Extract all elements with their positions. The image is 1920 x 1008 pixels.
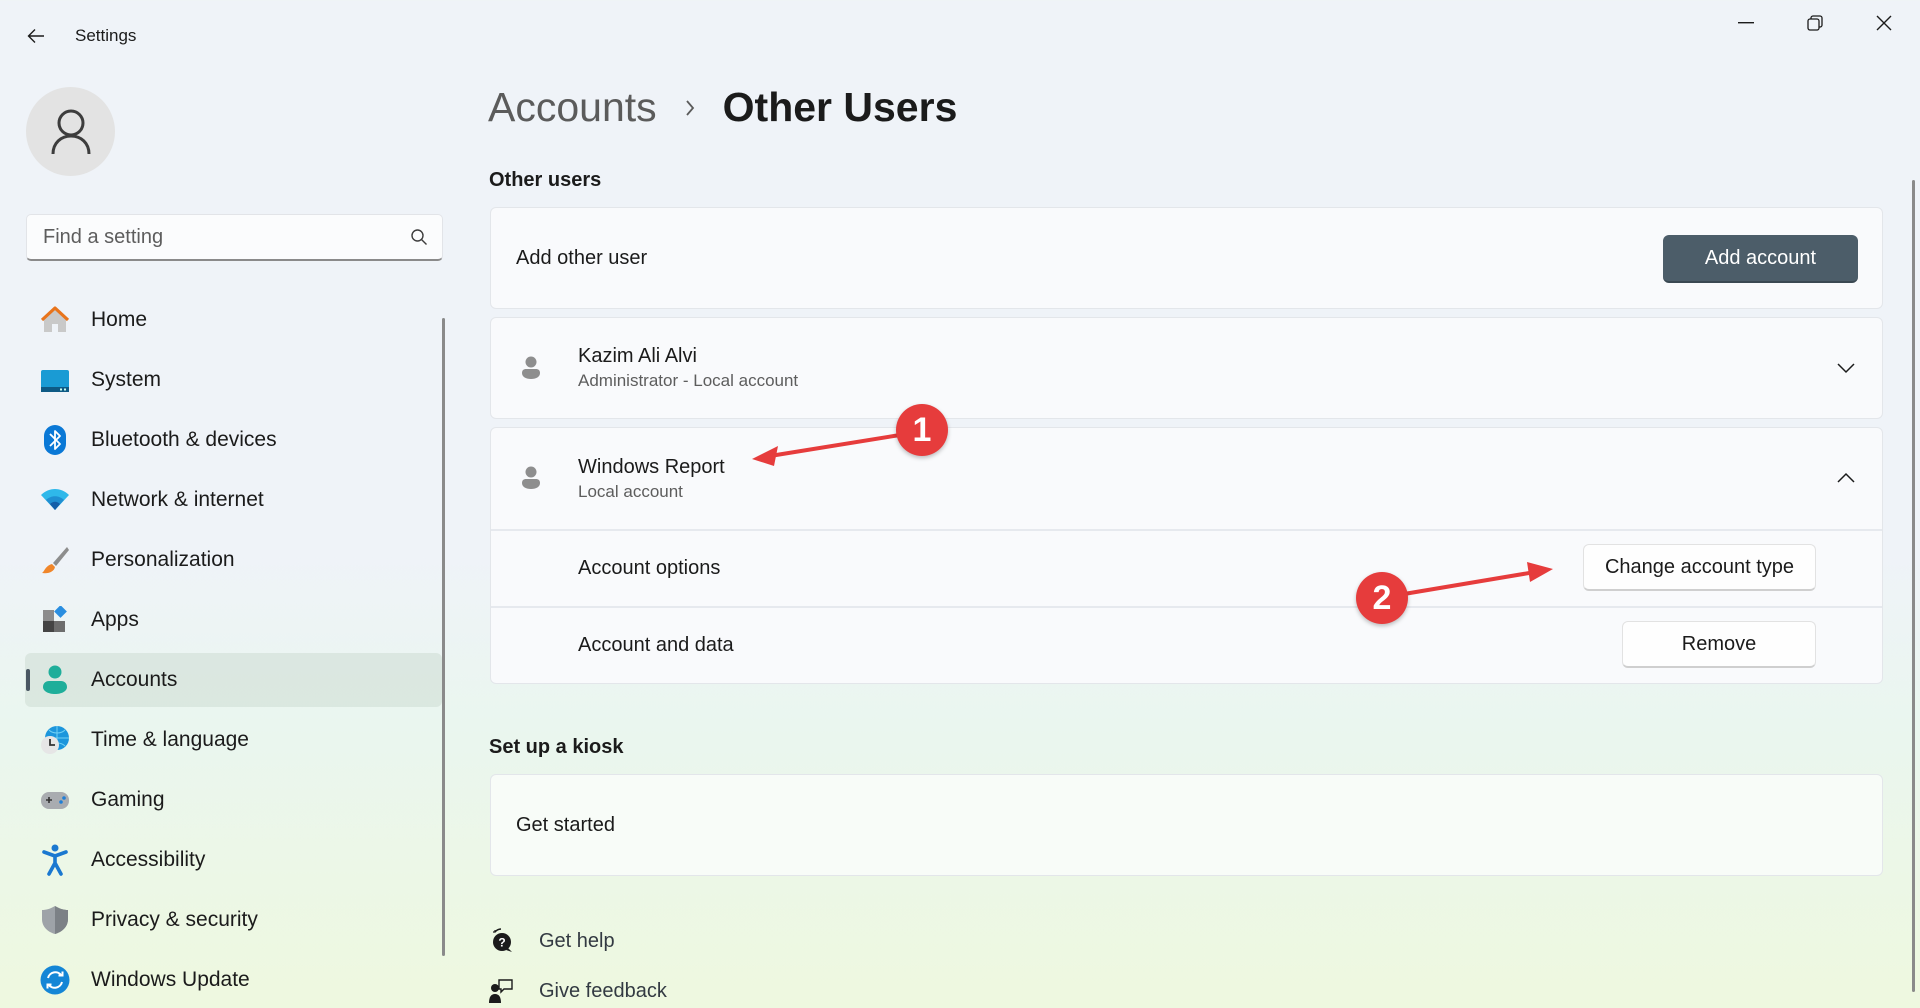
- sidebar-item-gaming[interactable]: Gaming: [25, 773, 442, 827]
- sidebar-item-bluetooth[interactable]: Bluetooth & devices: [25, 413, 442, 467]
- breadcrumb-chevron-icon: [685, 99, 695, 117]
- paintbrush-icon: [40, 545, 70, 575]
- sidebar-item-label: Home: [91, 308, 148, 331]
- sidebar-item-personalization[interactable]: Personalization: [25, 533, 442, 587]
- restore-icon: [1807, 15, 1823, 31]
- help-icon: ?: [493, 928, 512, 952]
- sidebar-item-accounts[interactable]: Accounts: [25, 653, 442, 707]
- breadcrumb: Accounts Other Users: [488, 84, 957, 131]
- section-title-kiosk: Set up a kiosk: [489, 736, 624, 758]
- sidebar-item-label: Accounts: [91, 668, 178, 691]
- get-started-label: Get started: [516, 813, 615, 836]
- bluetooth-icon: [40, 425, 70, 455]
- sidebar-item-label: Personalization: [91, 548, 235, 571]
- user-card-kazim[interactable]: Kazim Ali Alvi Administrator - Local acc…: [490, 317, 1883, 419]
- minimize-icon: [1738, 22, 1754, 24]
- user-avatar[interactable]: [26, 87, 115, 176]
- account-options-label: Account options: [578, 557, 721, 579]
- shield-icon: [40, 905, 70, 935]
- user-name: Kazim Ali Alvi: [578, 345, 697, 367]
- page-title: Other Users: [722, 84, 958, 130]
- update-icon: [40, 965, 70, 995]
- search-icon[interactable]: [410, 228, 428, 246]
- accessibility-icon: [40, 844, 70, 876]
- svg-text:?: ?: [498, 936, 505, 950]
- sidebar-item-windows-update[interactable]: Windows Update: [25, 953, 442, 1007]
- back-button[interactable]: [18, 20, 54, 52]
- person-outline-icon: [51, 109, 90, 154]
- feedback-icon: [489, 979, 513, 1003]
- system-icon: [40, 365, 70, 395]
- get-help-link[interactable]: ? Get help: [489, 928, 615, 954]
- kiosk-get-started-card[interactable]: Get started: [490, 774, 1883, 876]
- annotation-badge-2: 2: [1356, 572, 1408, 624]
- gamepad-icon: [40, 785, 70, 815]
- sidebar-item-label: Accessibility: [91, 848, 206, 871]
- sidebar-item-label: Windows Update: [91, 968, 250, 991]
- user-card-windows-report: Windows Report Local account Account opt…: [490, 427, 1883, 684]
- search-box[interactable]: [26, 214, 443, 261]
- sidebar-item-home[interactable]: Home: [25, 293, 442, 347]
- user-account-type: Local account: [578, 481, 683, 501]
- sidebar-item-label: Time & language: [91, 728, 249, 751]
- add-account-button[interactable]: Add account: [1663, 235, 1858, 283]
- search-input[interactable]: [43, 225, 410, 249]
- sidebar-item-label: Gaming: [91, 788, 165, 811]
- close-icon: [1876, 15, 1892, 31]
- remove-button[interactable]: Remove: [1622, 621, 1816, 668]
- sidebar-item-label: Apps: [91, 608, 139, 631]
- annotation-badge-1: 1: [896, 404, 948, 456]
- globe-clock-icon: [40, 725, 70, 755]
- sidebar-item-privacy-security[interactable]: Privacy & security: [25, 893, 442, 947]
- main-scrollbar[interactable]: [1912, 180, 1915, 992]
- apps-icon: [40, 605, 70, 635]
- sidebar-item-label: Privacy & security: [91, 908, 258, 931]
- user-icon: [522, 466, 540, 489]
- home-icon: [40, 305, 70, 335]
- sidebar-item-network[interactable]: Network & internet: [25, 473, 442, 527]
- active-indicator: [26, 669, 30, 691]
- give-feedback-label: Give feedback: [539, 979, 667, 1002]
- sidebar-item-system[interactable]: System: [25, 353, 442, 407]
- get-help-label: Get help: [539, 929, 615, 952]
- add-other-user-card: Add other user Add account: [490, 207, 1883, 309]
- minimize-button[interactable]: [1712, 0, 1780, 46]
- give-feedback-link[interactable]: Give feedback: [489, 978, 667, 1004]
- back-arrow-icon: [27, 29, 44, 43]
- user-info: Kazim Ali Alvi Administrator - Local acc…: [578, 345, 798, 391]
- close-button[interactable]: [1850, 0, 1918, 46]
- account-and-data-label: Account and data: [578, 633, 734, 656]
- sidebar-item-label: Network & internet: [91, 488, 264, 511]
- wifi-icon: [40, 485, 70, 515]
- accounts-icon: [40, 665, 70, 695]
- user-icon: [522, 356, 540, 379]
- sidebar-item-label: System: [91, 368, 162, 391]
- user-card-header[interactable]: Windows Report Local account: [491, 428, 1882, 529]
- breadcrumb-parent-link[interactable]: Accounts: [488, 84, 657, 131]
- user-info: Windows Report Local account: [578, 456, 725, 502]
- app-title: Settings: [75, 26, 137, 45]
- sidebar-item-accessibility[interactable]: Accessibility: [25, 833, 442, 887]
- chevron-down-icon[interactable]: [1836, 361, 1856, 375]
- change-account-type-button[interactable]: Change account type: [1583, 544, 1816, 591]
- account-options-row: Account options Change account type: [491, 529, 1882, 606]
- chevron-up-icon[interactable]: [1836, 471, 1856, 485]
- user-name: Windows Report: [578, 455, 725, 478]
- add-other-user-label: Add other user: [516, 246, 648, 269]
- sidebar-item-apps[interactable]: Apps: [25, 593, 442, 647]
- restore-button[interactable]: [1781, 0, 1849, 46]
- account-and-data-row: Account and data Remove: [491, 606, 1882, 682]
- user-account-type: Administrator - Local account: [578, 371, 799, 390]
- sidebar-nav: Home System Bluetooth & devices Network …: [25, 293, 442, 1008]
- sidebar-scrollbar[interactable]: [442, 318, 445, 956]
- sidebar-item-time-language[interactable]: Time & language: [25, 713, 442, 767]
- section-title-other-users: Other users: [489, 169, 602, 191]
- sidebar-item-label: Bluetooth & devices: [91, 428, 277, 451]
